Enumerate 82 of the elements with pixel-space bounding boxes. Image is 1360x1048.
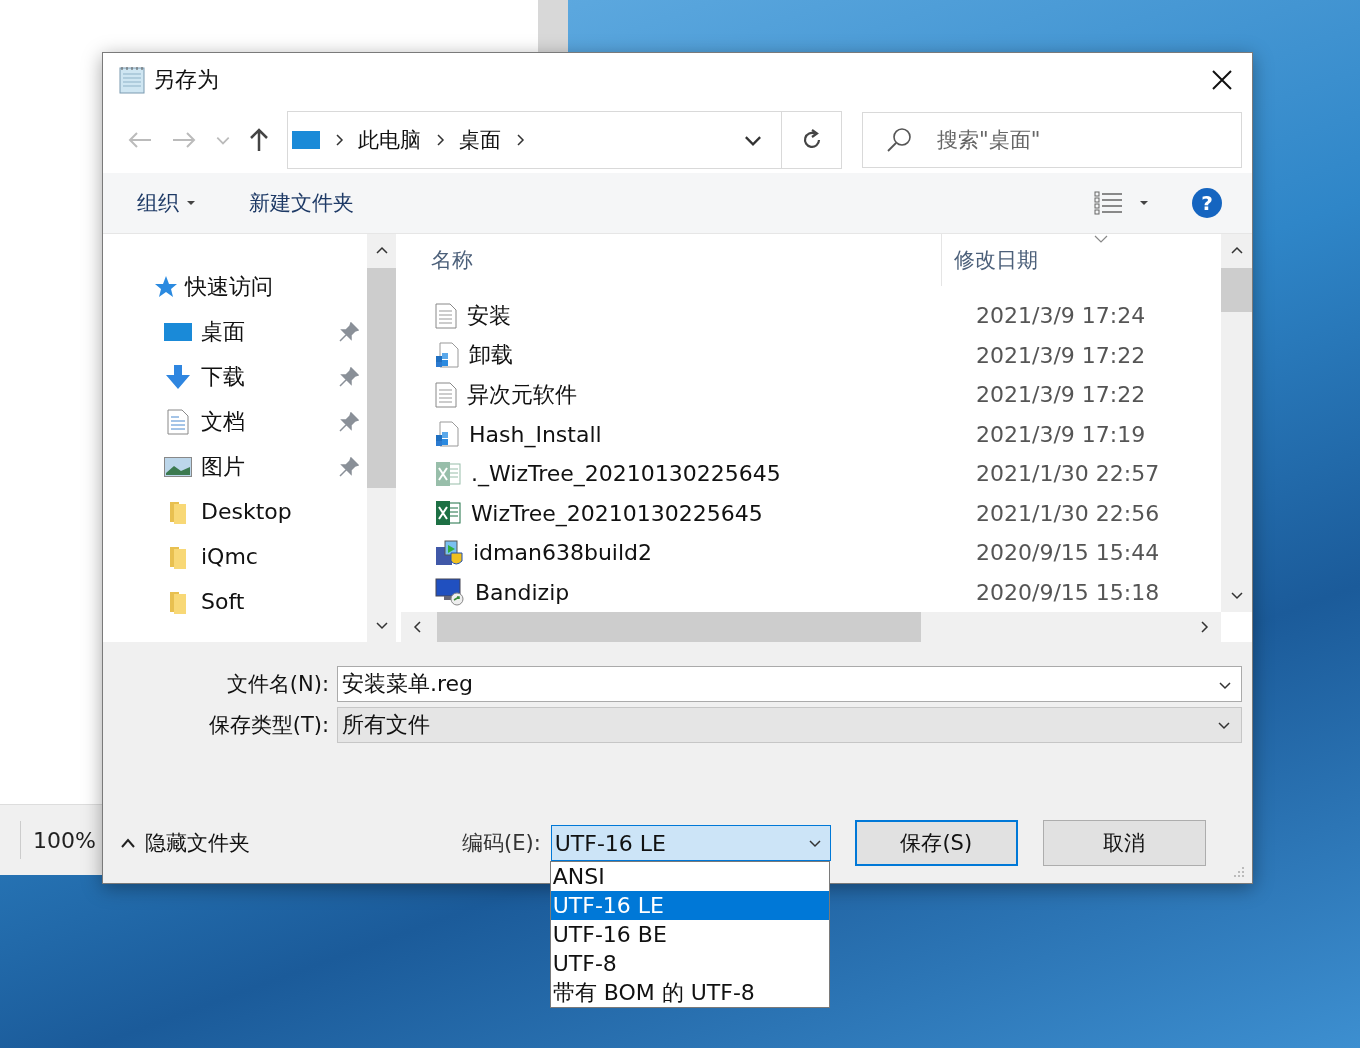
monitor-icon bbox=[292, 129, 320, 150]
modified-date: 2021/1/30 22:56 bbox=[976, 500, 1160, 526]
sidebar-item[interactable]: 图片 bbox=[103, 444, 367, 489]
text-file-icon bbox=[435, 381, 457, 408]
sidebar-item[interactable]: Soft bbox=[103, 579, 367, 624]
encoding-dropdown[interactable]: UTF-16 LE bbox=[550, 825, 831, 861]
installer-icon bbox=[435, 538, 463, 567]
search-field[interactable]: 搜索"桌面" bbox=[862, 111, 1242, 168]
sidebar-scrollbar[interactable] bbox=[367, 234, 396, 642]
column-header[interactable]: 修改日期 bbox=[941, 234, 1038, 286]
folder-icon bbox=[169, 499, 187, 524]
file-name[interactable]: Bandizip bbox=[401, 578, 976, 607]
cancel-button[interactable]: 取消 bbox=[1042, 820, 1206, 866]
new-folder-button[interactable]: 新建文件夹 bbox=[239, 183, 364, 223]
column-header[interactable]: 名称 bbox=[401, 246, 941, 274]
encoding-label: 编码(E): bbox=[462, 830, 541, 857]
file-name[interactable]: 卸载 bbox=[401, 340, 976, 371]
chevron-up-icon bbox=[121, 838, 135, 848]
breadcrumb-item[interactable]: 桌面 bbox=[459, 125, 501, 154]
spreadsheet-icon bbox=[435, 500, 461, 527]
organize-menu[interactable]: 组织 bbox=[127, 183, 205, 223]
address-bar[interactable]: 此电脑 桌面 bbox=[287, 110, 842, 169]
encoding-option[interactable]: 带有 BOM 的 UTF-8 bbox=[550, 978, 829, 1007]
spreadsheet-icon bbox=[435, 460, 461, 487]
caret-icon bbox=[187, 200, 195, 206]
picture-icon bbox=[164, 456, 192, 477]
save-type-dropdown[interactable]: 所有文件 bbox=[337, 707, 1242, 743]
scrollbar-thumb[interactable] bbox=[1221, 268, 1252, 312]
resize-grip-icon bbox=[1232, 865, 1246, 879]
file-name-label: 文件名(N): bbox=[225, 671, 329, 698]
sidebar-item[interactable]: iQmc bbox=[103, 534, 367, 579]
registry-file-icon bbox=[435, 421, 459, 448]
modified-date: 2021/1/30 22:57 bbox=[976, 461, 1160, 487]
window-title: 另存为 bbox=[153, 65, 219, 94]
modified-date: 2021/3/9 17:22 bbox=[976, 342, 1146, 368]
caret-icon bbox=[1140, 200, 1148, 206]
encoding-option[interactable]: UTF-8 bbox=[550, 949, 829, 978]
modified-date: 2021/3/9 17:22 bbox=[976, 382, 1146, 408]
horizontal-scrollbar[interactable] bbox=[401, 612, 1221, 642]
help-button[interactable]: ? bbox=[1192, 188, 1222, 218]
modified-date: 2020/9/15 15:44 bbox=[976, 540, 1160, 566]
up-arrow-icon bbox=[249, 127, 269, 152]
modified-date: 2021/3/9 17:24 bbox=[976, 303, 1146, 329]
right-arrow-icon bbox=[171, 129, 197, 150]
search-icon bbox=[886, 126, 912, 153]
sidebar-item[interactable]: 文档 bbox=[103, 399, 367, 444]
monitor-icon bbox=[164, 321, 192, 342]
registry-file-icon bbox=[435, 342, 459, 369]
encoding-option[interactable]: ANSI bbox=[550, 862, 829, 891]
modified-date: 2021/3/9 17:19 bbox=[976, 421, 1146, 447]
text-file-icon bbox=[435, 302, 457, 329]
file-name[interactable]: 异次元软件 bbox=[401, 379, 976, 410]
scrollbar-thumb[interactable] bbox=[437, 612, 921, 642]
folder-icon bbox=[169, 544, 187, 569]
monitor-shortcut-icon bbox=[435, 578, 465, 607]
sidebar-item[interactable]: 下载 bbox=[103, 354, 367, 399]
notepad-icon bbox=[117, 64, 147, 95]
sidebar-item[interactable]: Desktop bbox=[103, 489, 367, 534]
details-view-icon bbox=[1094, 191, 1122, 215]
sidebar-item[interactable]: 快速访问 bbox=[103, 264, 367, 309]
file-name[interactable]: Hash_Install bbox=[401, 421, 976, 448]
file-name[interactable]: 安装 bbox=[401, 300, 976, 331]
down-arrow-icon bbox=[165, 364, 191, 389]
left-arrow-icon bbox=[127, 129, 153, 150]
save-type-label: 保存类型(T): bbox=[207, 712, 329, 739]
document-icon bbox=[167, 408, 189, 435]
close-icon bbox=[1211, 68, 1233, 91]
file-name-field[interactable]: 安装菜单.reg bbox=[337, 666, 1242, 702]
file-list-scrollbar[interactable] bbox=[1221, 234, 1252, 612]
folder-icon bbox=[169, 589, 187, 614]
breadcrumb-item[interactable]: 此电脑 bbox=[358, 125, 421, 154]
sidebar-item[interactable]: 桌面 bbox=[103, 309, 367, 354]
modified-date: 2020/9/15 15:18 bbox=[976, 579, 1160, 605]
file-name[interactable]: ._WizTree_20210130225645 bbox=[401, 460, 976, 487]
sort-caret-icon bbox=[1094, 234, 1108, 244]
encoding-option[interactable]: UTF-16 BE bbox=[550, 920, 829, 949]
save-button[interactable]: 保存(S) bbox=[854, 820, 1018, 866]
file-name[interactable]: idman638build2 bbox=[401, 538, 976, 567]
hide-folders-button[interactable]: 隐藏文件夹 bbox=[103, 829, 250, 857]
encoding-option[interactable]: UTF-16 LE bbox=[550, 891, 829, 920]
scrollbar-thumb[interactable] bbox=[367, 268, 396, 488]
file-name[interactable]: WizTree_20210130225645 bbox=[401, 500, 976, 527]
